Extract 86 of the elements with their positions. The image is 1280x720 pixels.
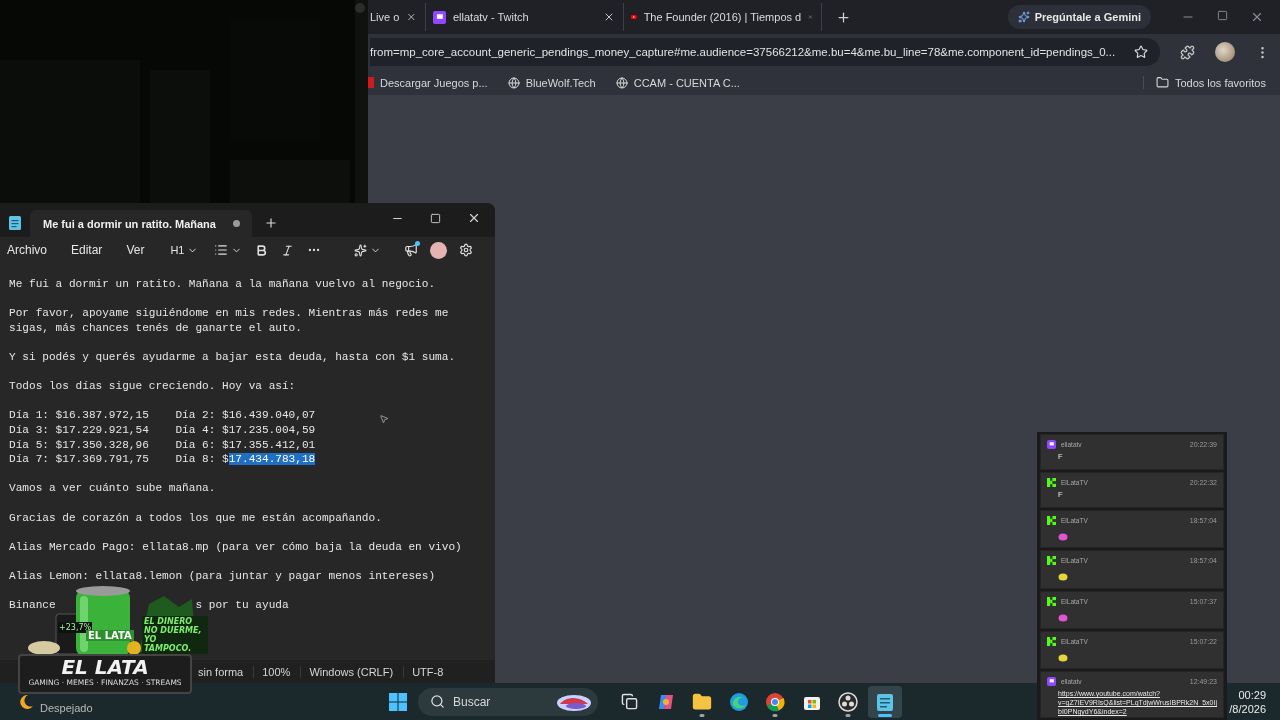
browser-tab[interactable]: Live o [370,3,426,31]
extensions-icon[interactable] [1180,44,1195,60]
browser-tab[interactable]: The Founder (2016) | Tiempos d [624,3,822,31]
new-tab-icon[interactable] [836,9,851,25]
text-line: Y si podés y querés ayudarme a bajar esta deuda, hasta con $1 suma. [9,349,457,365]
text-line: Todos los días sigue creciendo. Hoy va así: [9,379,297,394]
kick-icon [1047,636,1056,646]
maximize-icon[interactable] [430,212,441,224]
chrome-icon [765,691,785,712]
folder-icon [692,691,712,712]
moon-icon [18,693,34,710]
text-line: Día 6: $17.355.412,01 [175,437,316,453]
status-item: 100% [253,665,301,678]
gemini-button[interactable]: Pregúntale a Gemini [1007,5,1151,29]
bookmark[interactable]: BlueWolf.Tech [507,76,596,89]
text-line: Día 2: $16.439.040,07 [175,408,316,423]
status-item: sin forma [197,665,245,678]
text-line: Alias Mercado Pago: ellata8.mp (para ver cómo baja la deuda en vivo) [9,539,463,555]
megaphone-icon[interactable] [404,243,419,257]
logo-title: EL LATA [61,656,149,678]
game-icon [368,77,374,88]
text-line: Día 3: $17.229.921,54 [9,422,150,438]
status-item: UTF-8 [403,665,454,678]
star-icon[interactable] [1134,45,1148,59]
bookmark[interactable]: CCAM - CUENTA C... [615,76,740,89]
sparkle-icon [1017,11,1030,23]
notepad-icon [875,691,894,712]
new-tab-icon[interactable] [264,216,278,230]
text-line: Me fui a dormir un ratito. Mañana a la mañana vuelvo al negocio. [9,277,437,292]
text-line: Gracias de corazón a todos los que me están acompañando. [9,510,383,526]
bookmark[interactable]: Todos los favoritos [1142,76,1266,89]
kick-icon [1047,556,1056,566]
search-icon [430,694,445,709]
account-avatar[interactable] [430,241,448,259]
text-line: Día 7: $17.369.791,75 [9,452,150,467]
twitch-icon [1047,440,1056,449]
menu-item[interactable]: Archivo [7,243,47,257]
logo-text: EL LATA [86,630,134,641]
kick-icon [1047,478,1056,487]
sparkle-pen-icon [354,243,368,257]
text-line: Por favor, apoyame siguiéndome en mis redes. Mientras más redes me sigas, más chances tenés de ganarte el auto. [9,306,450,336]
close-icon[interactable] [406,11,417,23]
italic-icon[interactable] [281,243,295,257]
weather-text: Despejado [40,701,93,714]
close-icon[interactable] [1250,10,1264,24]
kick-icon [1047,516,1056,525]
twitch-icon [433,10,446,24]
menu-item[interactable]: Editar [71,243,103,257]
text-line: s por tu ayuda [195,598,289,613]
profile-avatar[interactable] [1215,42,1235,62]
windows-logo-icon[interactable] [388,691,408,712]
kick-icon [1047,596,1056,606]
youtube-icon [631,12,637,22]
close-icon[interactable] [467,211,481,225]
close-icon[interactable] [603,11,615,23]
globe-icon [507,76,520,89]
text-line: Binance [9,598,56,613]
edge-icon [728,691,749,712]
text-line: Día 1: $16.387.972,15 [9,408,150,423]
address-field[interactable]: from=mp_core_account_generic_pendings_money_capture#me.audience=37566212&me.bu=4&me.bu_line=78&me.component_id=pendings_0... [370,38,1160,66]
search-field[interactable]: Buscar [418,687,598,716]
clock-time: 00:29 [1238,687,1266,702]
settings-icon[interactable] [459,243,474,257]
bold-icon[interactable] [255,243,269,257]
list-dropdown[interactable] [214,243,243,257]
folder-icon [1155,76,1169,89]
text-line: Alias Lemon: ellata8.lemon (para juntar y pagar menos intereses) [9,568,437,584]
text-line: Vamos a ver cuánto sube mañana. [9,481,217,496]
heading-dropdown[interactable]: H1 [170,244,199,256]
twitch-icon [1047,677,1056,687]
logo-slogan: EL DINERO NO DUERME, YO TAMPOCO. [142,616,208,654]
taskbar-app[interactable] [867,685,902,718]
maximize-icon[interactable] [1217,10,1228,21]
status-item: Windows (CRLF) [300,665,404,678]
document-tab[interactable]: Me fui a dormir un ratito. Mañana [30,210,252,237]
text-line: Día 4: $17.235.004,59 [175,422,316,438]
browser-tab[interactable]: ellatatv - Twitch [426,3,624,31]
globe-icon [615,76,628,89]
list-icon [214,243,229,257]
obs-icon [838,691,858,712]
bookmark[interactable]: Descargar Juegos p... [368,76,488,89]
menu-item[interactable]: Ver [126,243,145,257]
rewrite-dropdown[interactable] [354,243,382,257]
text-line: Día 5: $17.350.328,96 [9,437,150,453]
notepad-icon [9,216,21,230]
clock-date: /8/2026 [1229,701,1266,716]
